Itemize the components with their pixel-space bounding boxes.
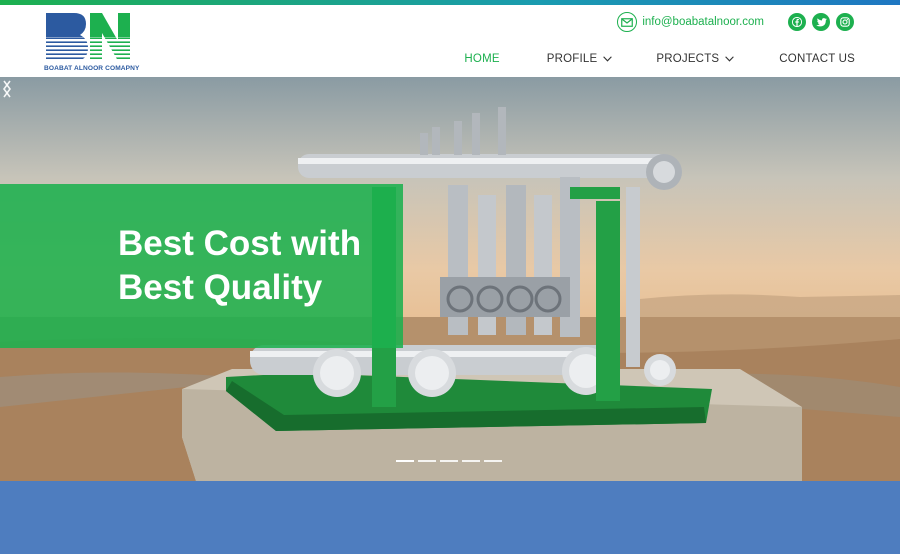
facebook-icon[interactable] — [788, 13, 806, 31]
nav-profile[interactable]: PROFILE — [547, 53, 613, 65]
site-header: BOABAT ALNOOR COMAPNY info@boabatalnoor.… — [0, 5, 900, 77]
hero-slider: Best Cost with Best Quality — [0, 77, 900, 481]
chevron-down-icon — [603, 56, 613, 62]
chevron-down-icon — [725, 56, 735, 62]
contact-social-row: info@boabatalnoor.com — [617, 11, 854, 33]
slider-dot[interactable] — [440, 460, 458, 462]
bn-logo-mark — [44, 13, 132, 61]
instagram-icon[interactable] — [836, 13, 854, 31]
mail-icon[interactable] — [617, 12, 638, 32]
hero-headline-line2: Best Quality — [118, 268, 323, 307]
nav-contact-us-label: CONTACT US — [779, 53, 855, 65]
nav-home-label: HOME — [464, 53, 500, 65]
hero-headline: Best Cost with Best Quality — [118, 222, 408, 310]
hero-headline-line1: Best Cost with — [118, 224, 362, 263]
email-link[interactable]: info@boabatalnoor.com — [642, 16, 764, 28]
nav-home[interactable]: HOME — [464, 53, 499, 65]
slider-dot[interactable] — [418, 460, 436, 462]
nav-projects-label: PROJECTS — [656, 53, 720, 65]
slider-pagination — [396, 460, 506, 462]
main-nav: HOME PROFILE PROJECTS CONTACT US — [464, 51, 855, 67]
twitter-icon[interactable] — [812, 13, 830, 31]
company-logo[interactable]: BOABAT ALNOOR COMAPNY — [44, 11, 140, 73]
logo-company-name: BOABAT ALNOOR COMAPNY — [44, 65, 140, 72]
chevron-right-icon[interactable] — [0, 77, 14, 101]
nav-projects[interactable]: PROJECTS — [656, 53, 735, 65]
slider-dot[interactable] — [396, 460, 414, 462]
next-section-band — [0, 481, 900, 554]
slider-dot[interactable] — [484, 460, 502, 462]
nav-profile-label: PROFILE — [546, 53, 598, 65]
nav-contact-us[interactable]: CONTACT US — [779, 53, 855, 65]
slider-dot[interactable] — [462, 460, 480, 462]
